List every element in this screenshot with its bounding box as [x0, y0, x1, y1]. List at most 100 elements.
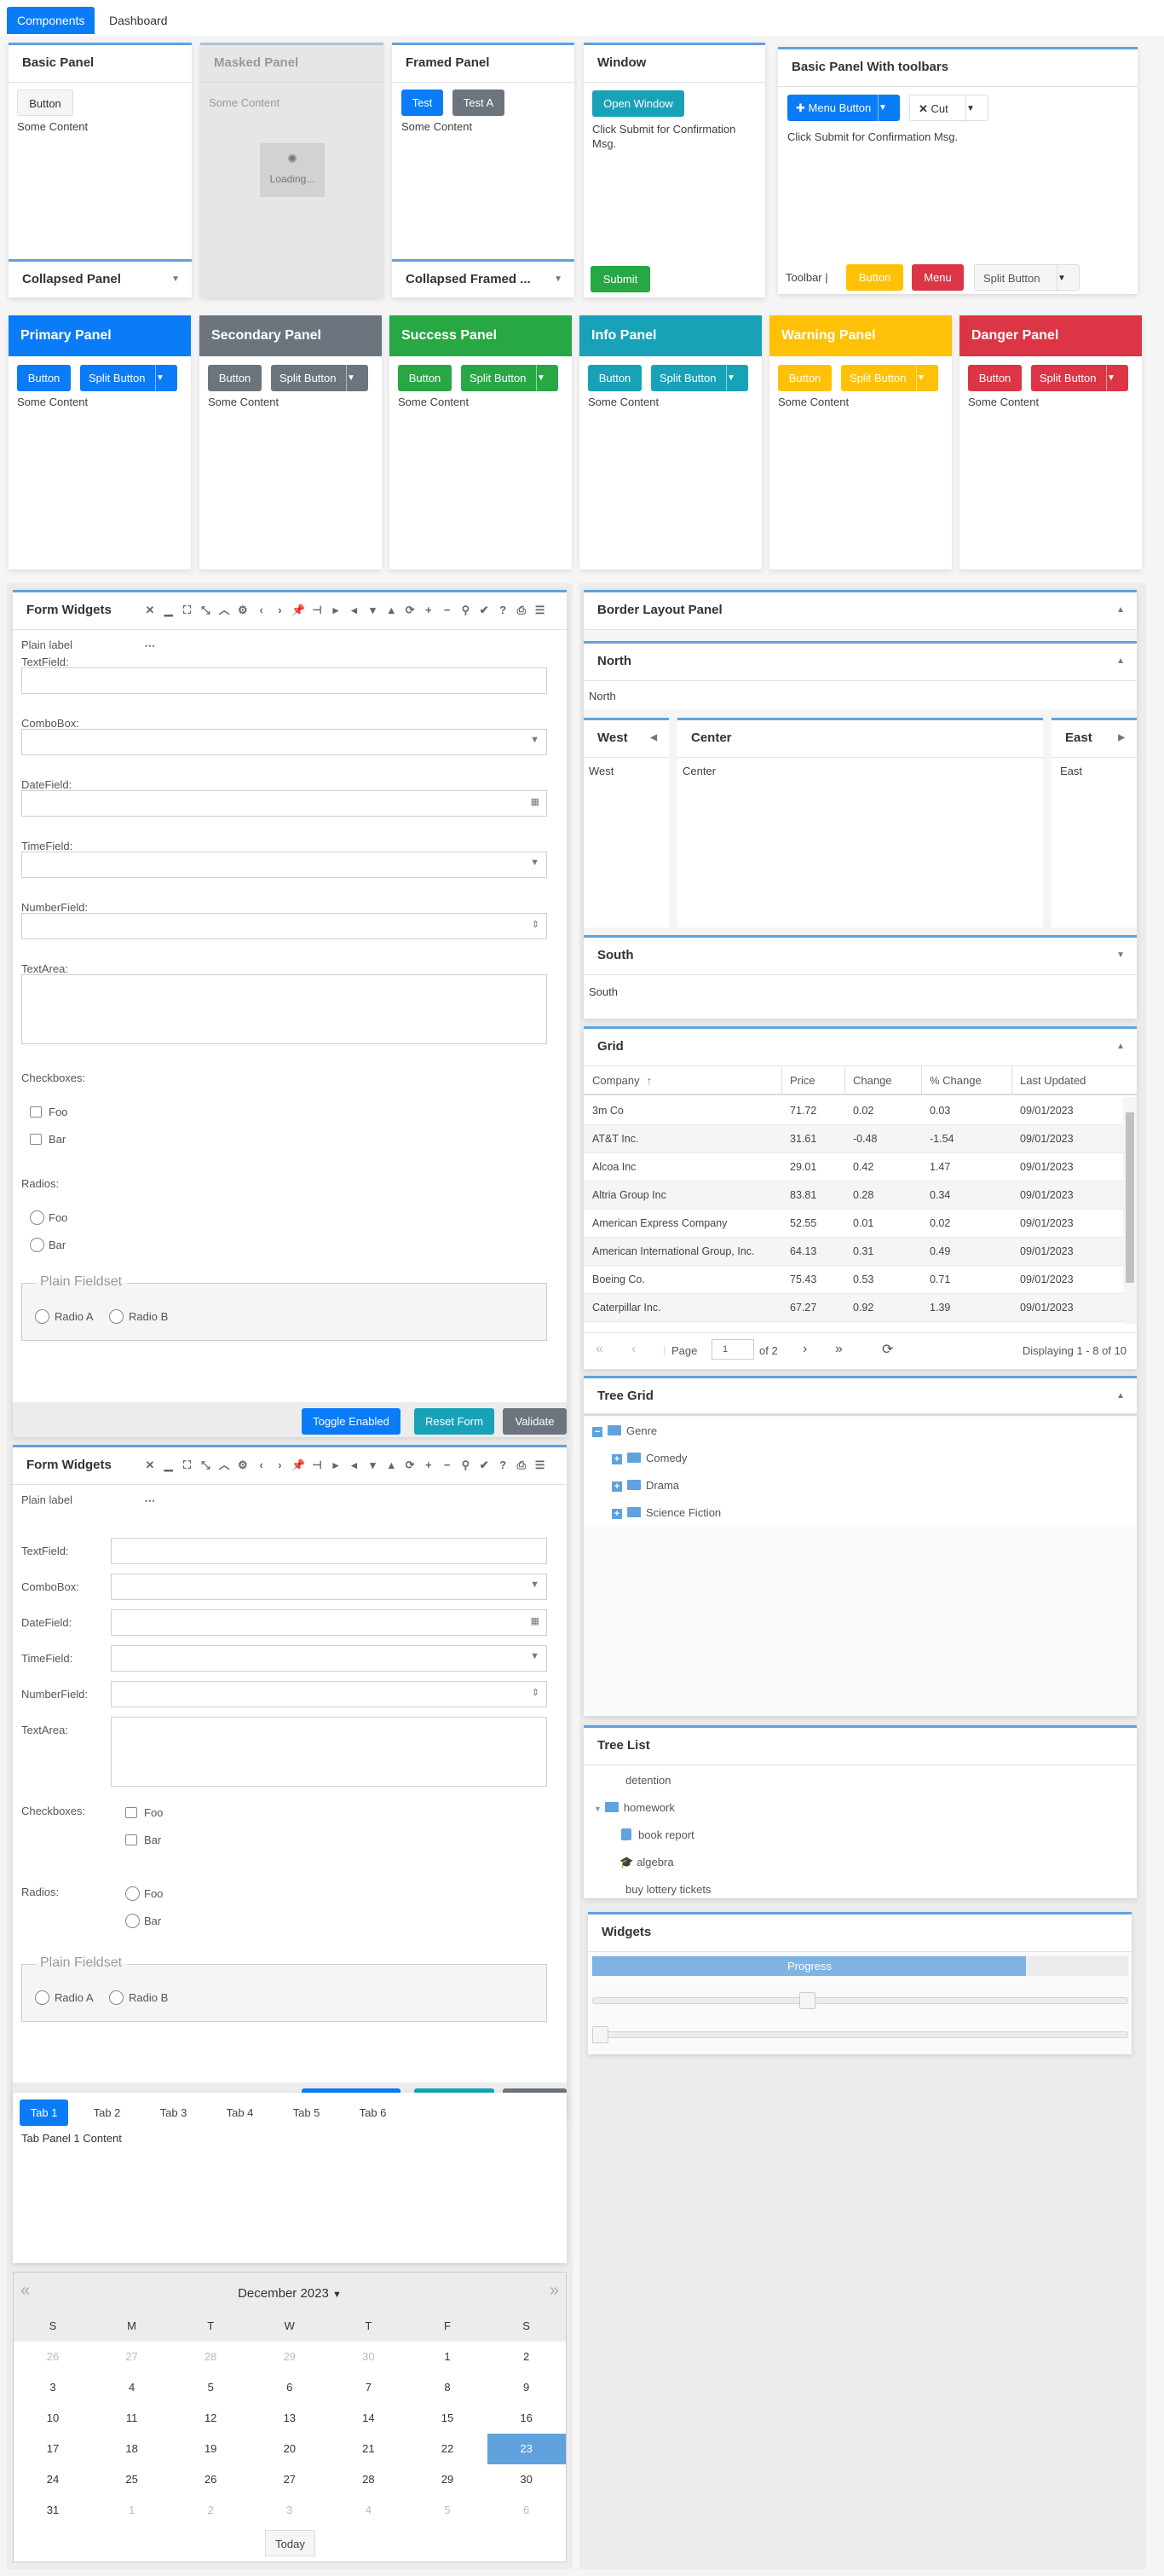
right-icon[interactable]: ▸ — [326, 1447, 345, 1483]
tree-node[interactable]: + Science Fiction — [612, 1505, 721, 1522]
chevron-down-icon[interactable]: ▼ — [171, 262, 180, 297]
pin-icon[interactable]: 📌 — [289, 592, 308, 628]
maximize-icon[interactable]: ⛶ — [178, 592, 197, 628]
calendar-day[interactable]: 1 — [408, 2342, 487, 2372]
test-button[interactable]: Test — [401, 90, 443, 116]
close-icon[interactable]: ✕ — [141, 592, 159, 628]
calendar-day[interactable]: 2 — [487, 2342, 566, 2372]
tree-item-lottery[interactable]: buy lottery tickets — [625, 1881, 711, 1898]
date-field-trigger-icon[interactable]: ▦ — [531, 796, 539, 807]
expand-icon[interactable]: + — [612, 1509, 622, 1519]
chevron-down-icon[interactable]: ▼ — [878, 95, 900, 121]
column-header[interactable]: Last Updated — [1020, 1066, 1086, 1095]
toolbar-button[interactable]: Button — [846, 264, 903, 291]
tree-item-detention[interactable]: detention — [625, 1772, 671, 1789]
split-button[interactable]: Split Button ▼ — [651, 365, 748, 391]
print-icon[interactable]: ⎙ — [512, 592, 531, 628]
toggle-enabled-button[interactable]: Toggle Enabled — [302, 1408, 400, 1435]
time-field[interactable]: ▼ — [21, 852, 547, 878]
left-icon[interactable]: ◂ — [345, 592, 364, 628]
tree-node[interactable]: + Drama — [612, 1477, 679, 1494]
search-icon[interactable]: ⚲ — [457, 1447, 475, 1483]
date-field[interactable]: ▦ — [21, 790, 547, 817]
calendar-day[interactable]: 5 — [171, 2372, 250, 2403]
gear-icon[interactable]: ⚙ — [233, 592, 252, 628]
text-field[interactable] — [111, 1538, 547, 1564]
slider-thumb[interactable] — [798, 1992, 815, 2009]
calendar-day[interactable]: 7 — [329, 2372, 407, 2403]
refresh-icon[interactable]: ⟳ — [400, 592, 419, 628]
column-header[interactable]: Price — [790, 1066, 815, 1095]
restore-icon[interactable]: ⤡ — [196, 1447, 215, 1483]
date-field[interactable]: ▦ — [111, 1609, 547, 1636]
number-field[interactable]: ⇕ — [111, 1681, 547, 1707]
expand-icon[interactable]: ☰ — [531, 1447, 550, 1483]
radio-b[interactable] — [109, 1309, 124, 1324]
combo-box[interactable]: ▼ — [111, 1574, 547, 1600]
calendar-day[interactable]: 30 — [487, 2464, 566, 2495]
calendar-day[interactable]: 22 — [408, 2434, 487, 2464]
next-icon[interactable]: › — [271, 592, 290, 628]
refresh-icon[interactable]: ⟳ — [400, 1447, 419, 1483]
radio-a[interactable] — [35, 1990, 49, 2005]
calendar-day[interactable]: 29 — [251, 2342, 329, 2372]
table-row[interactable]: American Express Company 52.55 0.01 0.02 09/… — [584, 1210, 1123, 1238]
chevron-down-icon[interactable]: ▼ — [1116, 938, 1125, 973]
chevron-left-icon[interactable]: ◀ — [650, 720, 657, 756]
calendar-day[interactable]: 28 — [329, 2464, 407, 2495]
search-icon[interactable]: ⚲ — [457, 592, 475, 628]
left-icon[interactable]: ◂ — [345, 1447, 364, 1483]
number-field-trigger-icon[interactable]: ⇕ — [532, 1687, 539, 1698]
column-header[interactable]: Change — [853, 1066, 892, 1095]
calendar-day[interactable]: 27 — [251, 2464, 329, 2495]
down-icon[interactable]: ▾ — [364, 592, 383, 628]
close-icon[interactable]: ✕ — [141, 1447, 159, 1483]
combo-box-trigger-icon[interactable]: ▼ — [530, 1580, 539, 1590]
chevron-down-icon[interactable]: ▼ — [1057, 265, 1079, 292]
split-button[interactable]: Split Button ▼ — [1031, 365, 1128, 391]
radio-foo[interactable] — [125, 1886, 140, 1901]
button[interactable]: Button — [17, 365, 71, 391]
grid-scrollbar[interactable] — [1123, 1097, 1137, 1324]
down-icon[interactable]: ▾ — [364, 1447, 383, 1483]
table-row[interactable]: Alcoa Inc 29.01 0.42 1.47 09/01/2023 — [584, 1153, 1123, 1181]
calendar-day[interactable]: 11 — [93, 2403, 171, 2434]
calendar-day[interactable]: 1 — [93, 2495, 171, 2526]
next-icon[interactable]: › — [271, 1447, 290, 1483]
calendar-day[interactable]: 6 — [251, 2372, 329, 2403]
toolbar-split-button[interactable]: Split Button ▼ — [974, 264, 1080, 292]
plus-icon[interactable]: + — [419, 1447, 438, 1483]
tab-4[interactable]: Tab 4 — [216, 2099, 264, 2126]
chevron-down-icon[interactable]: ▼ — [965, 95, 988, 122]
calendar-day[interactable]: 4 — [93, 2372, 171, 2403]
table-row[interactable]: 3m Co 71.72 0.02 0.03 09/01/2023 — [584, 1097, 1123, 1125]
refresh-icon[interactable]: ⟳ — [882, 1341, 893, 1358]
calendar-day[interactable]: 19 — [171, 2434, 250, 2464]
radio-bar[interactable] — [125, 1914, 140, 1928]
combo-box-trigger-icon[interactable]: ▼ — [530, 735, 539, 745]
table-row[interactable]: American International Group, Inc. 64.13 0… — [584, 1238, 1123, 1266]
checkbox-bar[interactable] — [125, 1834, 137, 1845]
calendar-day[interactable]: 20 — [251, 2434, 329, 2464]
radio-foo[interactable] — [30, 1210, 44, 1225]
tree-item-book-report[interactable]: book report — [621, 1827, 694, 1844]
menu-button[interactable]: ✚ Menu Button ▼ — [787, 95, 900, 121]
tree-item-homework[interactable]: ▼ homework — [594, 1799, 675, 1816]
button[interactable]: Button — [588, 365, 642, 391]
tab-5[interactable]: Tab 5 — [282, 2099, 331, 2126]
chevron-down-icon[interactable]: ▼ — [726, 365, 748, 391]
time-field[interactable]: ▼ — [111, 1645, 547, 1672]
month-picker[interactable]: December 2023 ▼ — [14, 2286, 566, 2301]
split-button[interactable]: Split Button ▼ — [271, 365, 368, 391]
table-row[interactable]: Altria Group Inc 83.81 0.28 0.34 09/01/2023 — [584, 1181, 1123, 1210]
save-icon[interactable]: ✔ — [475, 1447, 493, 1483]
column-header[interactable]: % Change — [930, 1066, 982, 1095]
collapse-all-icon[interactable]: ⋯ — [141, 628, 159, 664]
up-icon[interactable]: ▴ — [382, 1447, 400, 1483]
collapse-all-icon[interactable]: ⋯ — [141, 1483, 159, 1519]
calendar-day[interactable]: 31 — [14, 2495, 92, 2526]
calendar-day[interactable]: 10 — [14, 2403, 92, 2434]
tree-node-root[interactable]: − Genre — [592, 1423, 657, 1440]
chevron-down-icon[interactable]: ▼ — [916, 365, 938, 391]
prev-icon[interactable]: ‹ — [252, 592, 271, 628]
